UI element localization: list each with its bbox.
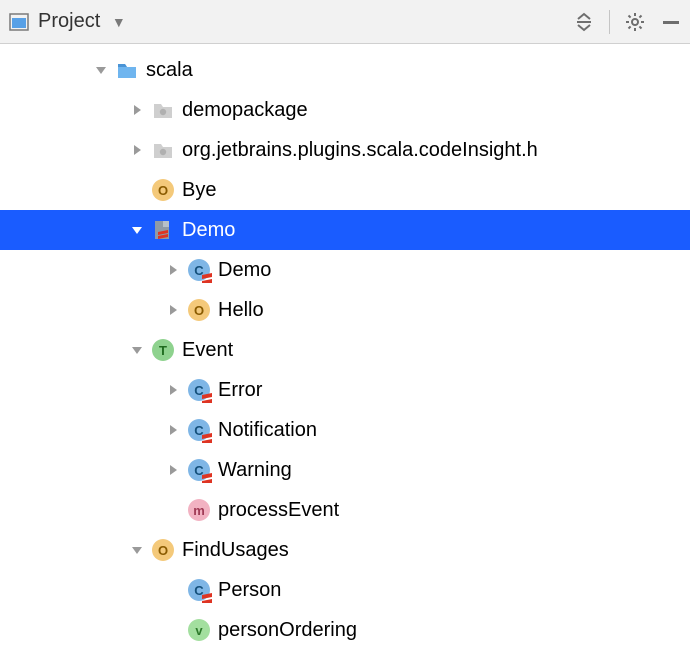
tree-item-label: Event: [182, 339, 233, 362]
tree-row[interactable]: scala: [0, 50, 690, 90]
tree-row[interactable]: O Hello: [0, 290, 690, 330]
separator: [609, 10, 610, 34]
tree-row[interactable]: O FindUsages: [0, 530, 690, 570]
tree-row[interactable]: C Warning: [0, 450, 690, 490]
scala-file-icon: [150, 217, 176, 243]
chevron-right-icon[interactable]: [124, 137, 150, 163]
project-tree[interactable]: scala demopackage org.jetbrains.plugins.…: [0, 44, 690, 650]
class-scala-icon: C: [186, 417, 212, 443]
tree-row[interactable]: v personOrdering: [0, 610, 690, 650]
tree-item-label: Warning: [218, 459, 292, 482]
tree-item-label: personOrdering: [218, 619, 357, 642]
tree-item-label: Demo: [218, 259, 271, 282]
tree-item-label: Error: [218, 379, 262, 402]
chevron-right-icon[interactable]: [160, 377, 186, 403]
class-scala-icon: C: [186, 577, 212, 603]
tree-row[interactable]: org.jetbrains.plugins.scala.codeInsight.…: [0, 130, 690, 170]
tree-item-label: FindUsages: [182, 539, 289, 562]
chevron-right-icon[interactable]: [160, 297, 186, 323]
method-icon: m: [186, 497, 212, 523]
class-scala-icon: C: [186, 457, 212, 483]
scroll-from-source-icon[interactable]: [573, 11, 595, 33]
tree-item-label: Hello: [218, 299, 264, 322]
tree-row[interactable]: Demo: [0, 210, 690, 250]
minimize-icon[interactable]: [660, 11, 682, 33]
gear-icon[interactable]: [624, 11, 646, 33]
class-scala-icon: C: [186, 377, 212, 403]
chevron-down-icon[interactable]: [124, 537, 150, 563]
class-scala-icon: C: [186, 257, 212, 283]
tree-row[interactable]: C Notification: [0, 410, 690, 450]
tree-item-label: scala: [146, 59, 193, 82]
tree-row[interactable]: T Event: [0, 330, 690, 370]
chevron-right-icon[interactable]: [124, 97, 150, 123]
tree-item-label: processEvent: [218, 499, 339, 522]
tree-row[interactable]: m processEvent: [0, 490, 690, 530]
tree-item-label: Notification: [218, 419, 317, 442]
chevron-down-icon[interactable]: [88, 57, 114, 83]
chevron-down-icon[interactable]: [124, 337, 150, 363]
object-icon: O: [186, 297, 212, 323]
tree-item-label: Demo: [182, 219, 235, 242]
object-icon: O: [150, 177, 176, 203]
object-icon: O: [150, 537, 176, 563]
tree-item-label: org.jetbrains.plugins.scala.codeInsight.…: [182, 139, 538, 162]
tree-item-label: Person: [218, 579, 281, 602]
chevron-down-icon[interactable]: [124, 217, 150, 243]
tree-row[interactable]: C Demo: [0, 250, 690, 290]
view-label: Project: [38, 10, 100, 32]
project-view-icon: [8, 11, 30, 33]
trait-icon: T: [150, 337, 176, 363]
chevron-right-icon[interactable]: [160, 417, 186, 443]
package-icon: [150, 97, 176, 123]
tree-row[interactable]: demopackage: [0, 90, 690, 130]
tree-item-label: Bye: [182, 179, 216, 202]
tree-item-label: demopackage: [182, 99, 308, 122]
package-icon: [150, 137, 176, 163]
tree-row[interactable]: C Person: [0, 570, 690, 610]
chevron-down-icon: ▼: [112, 14, 126, 30]
chevron-right-icon[interactable]: [160, 257, 186, 283]
val-icon: v: [186, 617, 212, 643]
view-selector[interactable]: Project ▼: [38, 10, 126, 33]
toolbar: Project ▼: [0, 0, 690, 44]
tree-row[interactable]: O Bye: [0, 170, 690, 210]
folder-icon: [114, 57, 140, 83]
tree-row[interactable]: C Error: [0, 370, 690, 410]
chevron-right-icon[interactable]: [160, 457, 186, 483]
